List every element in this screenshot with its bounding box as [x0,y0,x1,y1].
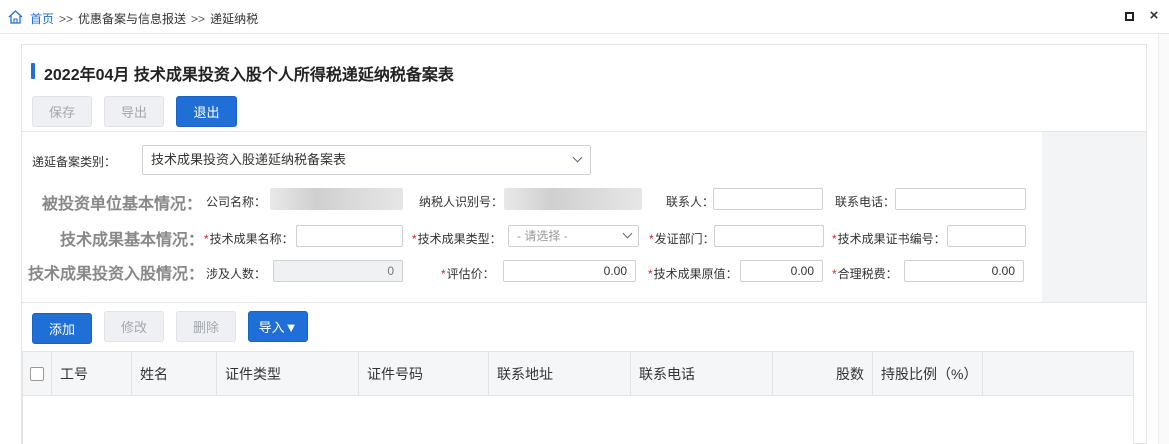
tech-name-label: *技术成果名称： [204,230,294,247]
required-mark: * [412,232,417,246]
section-investment-title: 技术成果投资入股情况： [28,266,205,283]
import-button[interactable]: 导入▼ [248,311,308,342]
tech-name-input[interactable] [296,225,403,247]
reasonable-fee-input[interactable]: 0.00 [904,260,1024,282]
window-controls: × [1125,8,1161,23]
column-header-address[interactable]: 联系地址 [489,352,631,396]
select-all-checkbox[interactable] [30,367,44,381]
contact-phone-label: 联系电话： [835,195,896,209]
required-mark: * [204,232,209,246]
exit-button[interactable]: 退出 [176,96,237,127]
close-icon[interactable]: × [1147,8,1161,23]
breadcrumb-separator: >> [59,12,74,26]
filing-type-label: 递延备案类别： [32,155,117,169]
company-name-label: 公司名称： [206,195,267,209]
cert-number-input[interactable] [947,225,1026,247]
tech-type-select[interactable]: - 请选择 - [508,225,639,247]
breadcrumb-item-preferential[interactable]: 优惠备案与信息报送 [78,12,186,26]
edit-button[interactable]: 修改 [104,311,164,342]
evaluation-price-input[interactable]: 0.00 [503,260,636,282]
company-name-field[interactable] [270,188,403,210]
original-value-label: *技术成果原值： [648,265,738,282]
taxpayer-id-label: 纳税人识别号： [419,195,504,209]
cert-number-label-text: 技术成果证书编号： [837,232,946,246]
required-mark: * [832,267,837,281]
filing-type-select[interactable]: 技术成果投资入股递延纳税备案表 [142,145,591,175]
tech-name-label-text: 技术成果名称： [209,232,294,246]
form-side-panel [1042,132,1146,302]
column-header-name[interactable]: 姓名 [132,352,217,396]
tech-type-placeholder: - 请选择 - [517,229,568,243]
filing-form: 递延备案类别： 技术成果投资入股递延纳税备案表 被投资单位基本情况： 公司名称：… [22,131,1146,303]
title-accent-bar [31,63,35,79]
top-bar: 首页 >> 优惠备案与信息报送 >> 递延纳税 × [0,0,1169,34]
original-value-label-text: 技术成果原值： [653,267,738,281]
section-investee-title: 被投资单位基本情况： [42,196,203,213]
section-tech-title: 技术成果基本情况： [60,232,205,249]
export-button[interactable]: 导出 [104,96,164,127]
taxpayer-id-field[interactable] [504,188,642,210]
vertical-scrollbar[interactable] [1158,34,1169,444]
breadcrumb: 首页 >> 优惠备案与信息报送 >> 递延纳税 [30,10,258,27]
home-icon[interactable] [8,10,23,24]
column-header-employee-id[interactable]: 工号 [52,352,132,396]
required-mark: * [648,267,653,281]
original-value-input[interactable]: 0.00 [740,260,823,282]
cert-number-label: *技术成果证书编号： [832,230,946,247]
column-header-id-type[interactable]: 证件类型 [217,352,359,396]
chevron-down-icon [572,152,583,163]
contact-phone-input[interactable] [895,188,1026,210]
breadcrumb-home-link[interactable]: 首页 [30,12,54,26]
people-count-input: 0 [273,260,403,282]
breadcrumb-item-deferred-tax: 递延纳税 [210,12,259,26]
required-mark: * [832,232,837,246]
breadcrumb-separator: >> [191,12,206,26]
add-button[interactable]: 添加 [32,313,92,344]
tech-type-label-text: 技术成果类型： [417,232,502,246]
people-count-label: 涉及人数： [206,267,267,281]
issuing-dept-label-text: 发证部门： [654,232,715,246]
contact-person-input[interactable] [713,188,823,210]
tech-type-label: *技术成果类型： [412,230,502,247]
table-header: 工号 姓名 证件类型 证件号码 联系地址 联系电话 股数 持股比例（%） [23,352,1133,396]
column-header-id-number[interactable]: 证件号码 [359,352,489,396]
column-header-share-ratio[interactable]: 持股比例（%） [873,352,983,396]
save-button[interactable]: 保存 [32,96,92,127]
evaluation-price-label-text: 评估价： [446,267,495,281]
evaluation-price-label: *评估价： [441,265,495,282]
issuing-dept-label: *发证部门： [649,230,715,247]
select-all-cell [23,352,52,396]
contact-person-label: 联系人： [666,195,715,209]
maximize-icon[interactable] [1125,12,1134,21]
page-title: 2022年04月 技术成果投资入股个人所得税递延纳税备案表 [44,67,454,84]
reasonable-fee-label: *合理税费： [832,265,898,282]
column-header-shares[interactable]: 股数 [773,352,873,396]
filing-type-value: 技术成果投资入股递延纳税备案表 [151,152,347,167]
column-header-phone[interactable]: 联系电话 [631,352,773,396]
reasonable-fee-label-text: 合理税费： [837,267,898,281]
required-mark: * [649,232,654,246]
main-panel: 2022年04月 技术成果投资入股个人所得税递延纳税备案表 保存 导出 退出 递… [21,44,1147,444]
shareholder-table: 工号 姓名 证件类型 证件号码 联系地址 联系电话 股数 持股比例（%） [22,351,1134,444]
chevron-down-icon [622,228,633,239]
required-mark: * [441,267,446,281]
delete-button[interactable]: 删除 [176,311,236,342]
issuing-dept-input[interactable] [714,225,824,247]
